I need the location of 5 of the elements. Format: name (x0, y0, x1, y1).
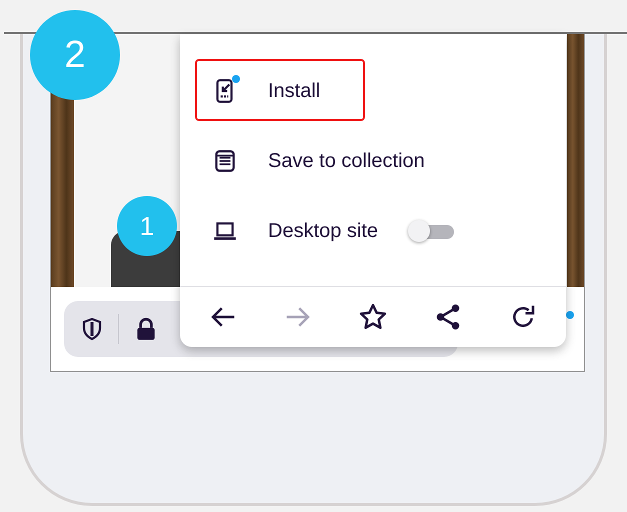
star-icon[interactable] (358, 302, 388, 332)
shield-icon[interactable] (80, 317, 104, 341)
menu-item-label[interactable]: Save to collection (268, 150, 425, 172)
menu-item-label[interactable]: Install (268, 80, 320, 102)
menu-item-label[interactable]: Desktop site (268, 220, 378, 242)
